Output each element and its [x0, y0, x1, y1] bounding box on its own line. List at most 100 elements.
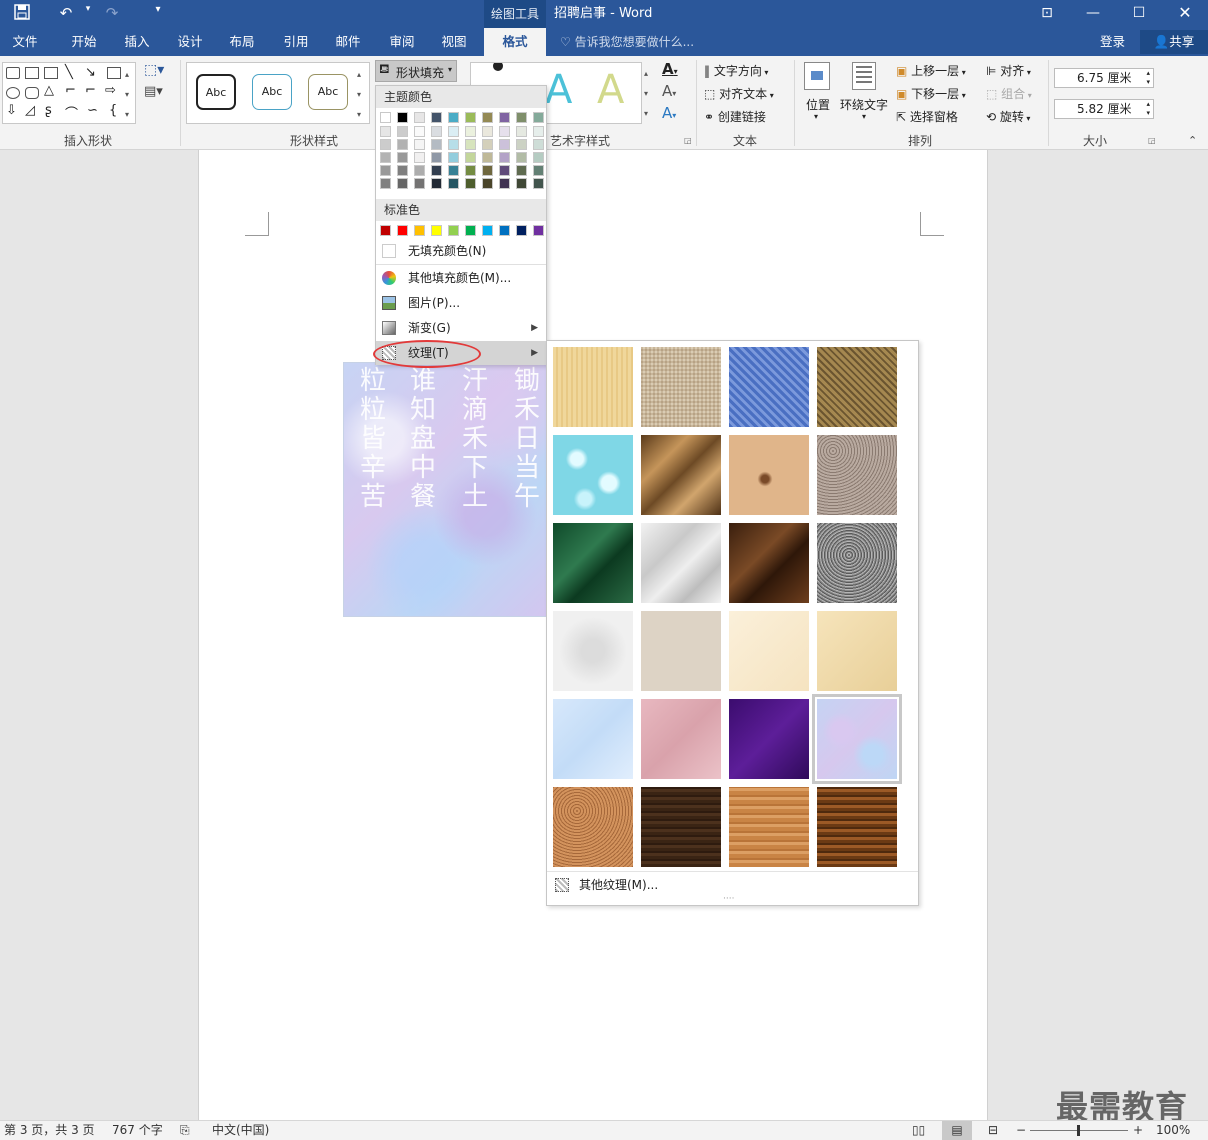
spin-icon[interactable]: ▴ ▾	[1146, 100, 1150, 118]
texture-denim[interactable]	[729, 347, 809, 427]
triangle-shape-icon[interactable]: △	[44, 83, 54, 98]
texture-cork[interactable]	[553, 787, 633, 867]
texture-oak[interactable]	[729, 787, 809, 867]
theme-color-swatch[interactable]	[499, 178, 510, 189]
theme-color-swatch[interactable]	[465, 165, 476, 176]
create-link-button[interactable]: ⚭ 创建链接	[704, 108, 766, 125]
shape-fill-button[interactable]: ⛾ 形状填充 ▾	[375, 60, 457, 82]
vertical-textbox-icon[interactable]	[44, 67, 58, 79]
theme-color-swatch[interactable]	[431, 178, 442, 189]
texture-bouquet[interactable]	[812, 694, 902, 784]
theme-color-swatch[interactable]	[448, 112, 459, 123]
theme-color-swatch[interactable]	[499, 165, 510, 176]
theme-color-swatch[interactable]	[482, 178, 493, 189]
texture-brown-marble[interactable]	[729, 523, 809, 603]
style-preset-1[interactable]: Abc	[196, 74, 236, 110]
theme-color-swatch[interactable]	[380, 152, 391, 163]
theme-color-swatch[interactable]	[380, 139, 391, 150]
undo-dropdown-icon[interactable]: ▾	[76, 4, 100, 24]
position-icon[interactable]	[804, 62, 830, 90]
style-preset-2[interactable]: Abc	[252, 74, 292, 110]
resize-grip-icon[interactable]: ····	[723, 894, 734, 904]
arrow-line-icon[interactable]: ↘	[85, 65, 101, 81]
theme-color-grid[interactable]	[376, 110, 546, 196]
language-status[interactable]: 中文(中国)	[212, 1121, 269, 1140]
standard-color-swatch[interactable]	[465, 225, 476, 236]
theme-color-swatch[interactable]	[397, 112, 408, 123]
theme-color-swatch[interactable]	[533, 112, 544, 123]
align-text-button[interactable]: ⬚ 对齐文本 ▾	[704, 85, 774, 102]
collapse-ribbon-icon[interactable]: ⌃	[1188, 134, 1197, 147]
texture-stationery[interactable]	[817, 611, 897, 691]
text-direction-button[interactable]: ‖ 文字方向 ▾	[704, 62, 768, 79]
theme-color-swatch[interactable]	[465, 126, 476, 137]
texture-recycled-paper[interactable]	[641, 611, 721, 691]
theme-color-swatch[interactable]	[431, 139, 442, 150]
undo-icon[interactable]: ↶	[54, 4, 78, 24]
wordart-preset-1[interactable]	[493, 63, 503, 71]
dialog-launcher-icon[interactable]: ◲	[684, 136, 692, 145]
texture-paper-bag[interactable]	[641, 435, 721, 515]
text-effects-icon[interactable]: A▾	[662, 104, 676, 122]
texture-blue-tissue[interactable]	[553, 699, 633, 779]
selection-pane-button[interactable]: ⇱ 选择窗格	[896, 108, 958, 125]
read-mode-icon[interactable]: ▯▯	[912, 1121, 925, 1140]
theme-color-swatch[interactable]	[533, 139, 544, 150]
brace-icon[interactable]: {	[109, 103, 117, 118]
shapes-gallery[interactable]: ╲ ↘ △ ⌐ ⌐ ⇨ ⇩ ◿ ʂ ⌒ ∽ { ▴ ▾ ▾	[2, 62, 136, 124]
theme-color-swatch[interactable]	[380, 126, 391, 137]
theme-color-swatch[interactable]	[516, 139, 527, 150]
theme-color-swatch[interactable]	[397, 126, 408, 137]
theme-color-swatch[interactable]	[448, 178, 459, 189]
theme-color-swatch[interactable]	[482, 152, 493, 163]
save-icon[interactable]	[10, 4, 34, 24]
spin-icon[interactable]: ▴ ▾	[1146, 69, 1150, 87]
texture-white-marble[interactable]	[641, 523, 721, 603]
theme-color-swatch[interactable]	[414, 152, 425, 163]
texture-medium-wood[interactable]	[817, 787, 897, 867]
theme-color-swatch[interactable]	[499, 152, 510, 163]
rounded-rect-icon[interactable]	[25, 87, 39, 99]
tab-file[interactable]: 文件	[0, 28, 50, 56]
theme-color-swatch[interactable]	[397, 178, 408, 189]
theme-color-swatch[interactable]	[397, 152, 408, 163]
shape-styles-gallery[interactable]: Abc Abc Abc ▴ ▾ ▾	[186, 62, 370, 124]
theme-color-swatch[interactable]	[482, 165, 493, 176]
gradient-fill-item[interactable]: 渐变(G) ▶	[376, 316, 546, 340]
scribble-icon[interactable]: ʂ	[45, 103, 52, 118]
tell-me-search[interactable]: ♡ 告诉我您想要做什么...	[560, 28, 694, 56]
texture-granite[interactable]	[817, 523, 897, 603]
arc-icon[interactable]: ⌒	[65, 103, 78, 122]
wordart-scroll-icon[interactable]: ▴ ▾ ▾	[644, 64, 648, 124]
standard-color-swatch[interactable]	[414, 225, 425, 236]
more-fill-colors-item[interactable]: 其他填充颜色(M)...	[376, 266, 546, 290]
theme-color-swatch[interactable]	[516, 112, 527, 123]
wrap-text-icon[interactable]	[852, 62, 876, 90]
theme-color-swatch[interactable]	[533, 165, 544, 176]
standard-color-swatch[interactable]	[533, 225, 544, 236]
more-textures-item[interactable]: 其他纹理(M)...	[553, 875, 658, 895]
theme-color-swatch[interactable]	[482, 112, 493, 123]
ribbon-display-icon[interactable]: ⊡	[1024, 0, 1070, 28]
position-button[interactable]: 位置	[806, 96, 830, 113]
wrap-text-button[interactable]: 环绕文字	[840, 96, 888, 113]
theme-color-swatch[interactable]	[465, 152, 476, 163]
texture-purple-mesh[interactable]	[729, 699, 809, 779]
print-layout-icon[interactable]: ▤	[942, 1121, 972, 1140]
edit-shape-icon[interactable]: ⬚▾	[144, 62, 164, 78]
wordart-preset-3[interactable]: A	[597, 67, 624, 113]
theme-color-swatch[interactable]	[448, 126, 459, 137]
zoom-out-icon[interactable]: −	[1016, 1121, 1026, 1140]
standard-color-swatch[interactable]	[499, 225, 510, 236]
theme-color-swatch[interactable]	[516, 126, 527, 137]
customize-icon[interactable]: ▾	[146, 4, 170, 24]
theme-color-swatch[interactable]	[448, 165, 459, 176]
close-icon[interactable]: ✕	[1162, 0, 1208, 28]
theme-color-swatch[interactable]	[414, 126, 425, 137]
width-field[interactable]: 5.82 厘米 ▴ ▾	[1054, 99, 1154, 119]
theme-color-swatch[interactable]	[431, 126, 442, 137]
gallery-scroll-icon[interactable]: ▴ ▾ ▾	[125, 65, 129, 125]
theme-color-swatch[interactable]	[499, 139, 510, 150]
tab-insert[interactable]: 插入	[112, 28, 162, 56]
picture-fill-item[interactable]: 图片(P)...	[376, 291, 546, 315]
